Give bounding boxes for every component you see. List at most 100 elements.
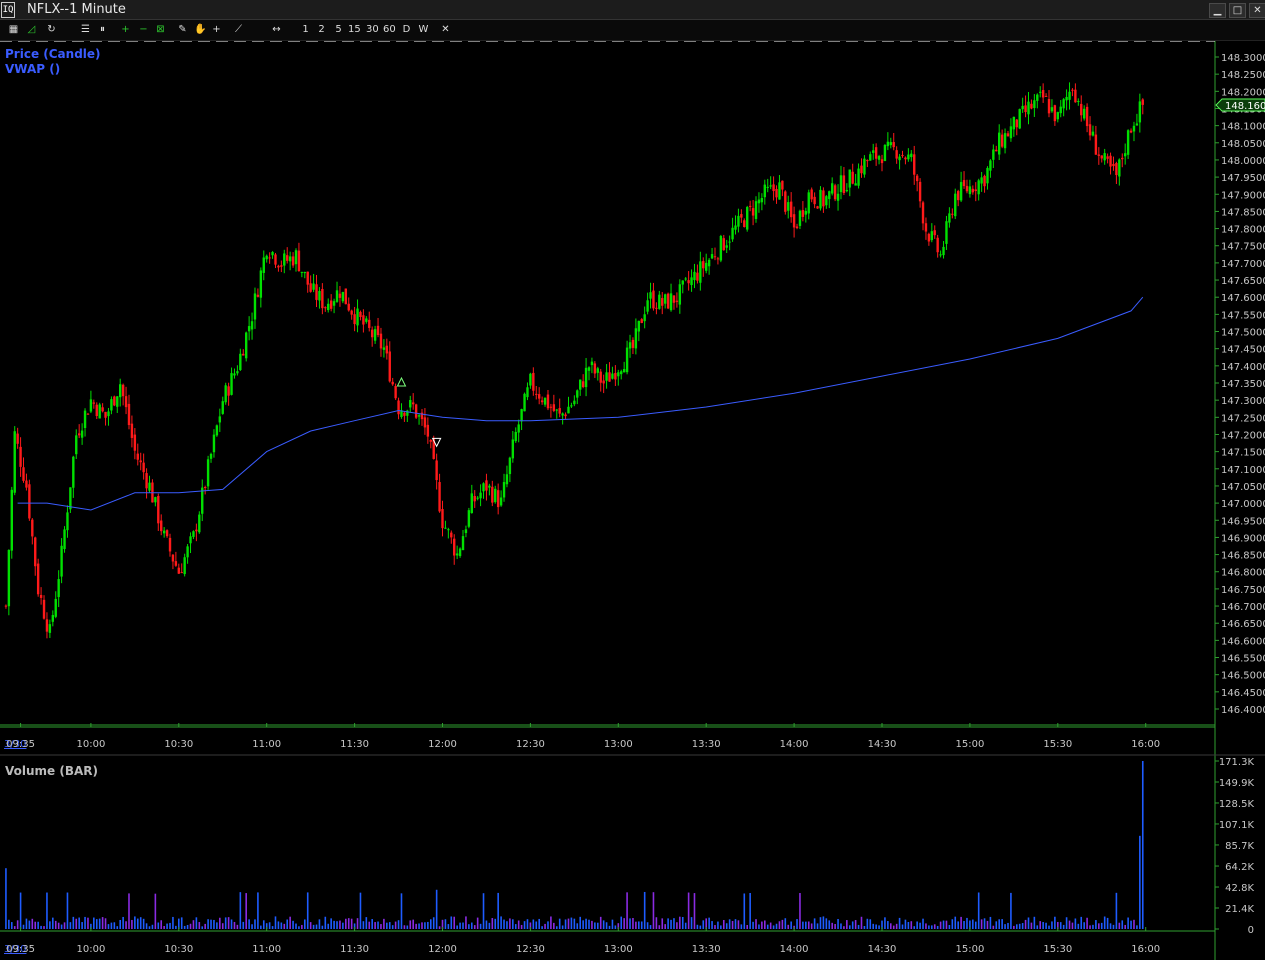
- candle-body: [672, 295, 676, 303]
- volume-bar: [84, 916, 86, 929]
- price-tick-label: 147.4500: [1221, 345, 1265, 356]
- candle-body: [300, 271, 304, 273]
- candle-body: [344, 288, 348, 305]
- candle-body: [713, 256, 717, 258]
- candle-body: [754, 201, 758, 219]
- candle-body: [1100, 155, 1103, 159]
- price-tick-label: 147.5500: [1221, 310, 1265, 321]
- volume-bar: [347, 918, 350, 929]
- volume-bar: [260, 925, 262, 929]
- volume-bar: [784, 918, 787, 929]
- columns-icon[interactable]: ⏸: [97, 23, 108, 37]
- interval-1-button[interactable]: 1: [300, 23, 311, 37]
- volume-bar: [550, 916, 552, 929]
- volume-bar: [40, 925, 42, 929]
- volume-bar: [702, 920, 705, 929]
- volume-tick-label: 21.4K: [1225, 904, 1254, 915]
- candle-body: [157, 495, 160, 524]
- refresh-icon[interactable]: ↻: [46, 23, 57, 37]
- volume-bar: [787, 924, 790, 929]
- hand-icon[interactable]: ✋: [194, 23, 206, 37]
- candle-body: [995, 149, 998, 152]
- volume-bar: [520, 924, 523, 929]
- crosshair-icon[interactable]: +: [211, 23, 222, 37]
- volume-bar: [512, 919, 514, 929]
- candle-body: [409, 400, 412, 408]
- vwap-legend[interactable]: VWAP (): [5, 62, 60, 76]
- interval-2-button[interactable]: 2: [316, 23, 327, 37]
- volume-bar: [725, 923, 728, 929]
- volume-bar: [16, 920, 19, 929]
- candle-body: [1041, 90, 1045, 98]
- zoom-out-icon[interactable]: −: [138, 23, 149, 37]
- volume-bar: [684, 922, 687, 929]
- volume-bar: [1130, 920, 1132, 929]
- candle-body: [942, 246, 945, 256]
- volume-bar: [813, 918, 816, 929]
- volume-tick-label: 149.9K: [1219, 778, 1255, 789]
- volume-bar: [640, 921, 643, 929]
- candle-body: [628, 342, 632, 349]
- candle-body: [479, 492, 482, 499]
- candle-body: [1077, 100, 1080, 102]
- price-legend[interactable]: Price (Candle): [5, 47, 101, 61]
- candle-body: [998, 132, 1001, 155]
- candle-body: [321, 288, 324, 309]
- candle-body: [239, 353, 242, 371]
- interval-5-button[interactable]: 5: [333, 23, 344, 37]
- volume-bar: [453, 916, 456, 929]
- minimize-icon[interactable]: ▁: [1209, 3, 1226, 18]
- chart-type-icon[interactable]: ▦: [8, 23, 19, 37]
- layout-icon[interactable]: ☰: [80, 23, 91, 37]
- candle-body: [215, 425, 219, 436]
- volume-bar: [532, 919, 535, 929]
- trendline-icon[interactable]: ⟋: [233, 23, 244, 37]
- volume-bar: [872, 923, 875, 929]
- candle-body: [124, 396, 128, 408]
- volume-bar: [1030, 922, 1033, 929]
- candle-body: [728, 241, 731, 243]
- interval-60-button[interactable]: 60: [383, 23, 396, 37]
- close-chart-icon[interactable]: ✕: [440, 23, 451, 37]
- scroll-icon[interactable]: ↔: [271, 23, 282, 37]
- interval-day-button[interactable]: D: [401, 23, 412, 37]
- chart-style-icon[interactable]: ◿: [26, 23, 37, 37]
- candle-body: [757, 199, 761, 204]
- price-tick-label: 148.2000: [1221, 87, 1265, 98]
- candle-body: [101, 407, 104, 412]
- candle-body: [842, 175, 846, 194]
- candle-body: [939, 254, 942, 256]
- candle-body: [895, 150, 898, 159]
- maximize-icon[interactable]: □: [1229, 3, 1246, 18]
- volume-legend[interactable]: Volume (BAR): [5, 764, 98, 778]
- volume-bar: [321, 925, 324, 929]
- volume-bar: [919, 922, 921, 929]
- candle-body: [72, 456, 75, 488]
- chart-area[interactable]: 148.3000148.2500148.2000148.1500148.1000…: [0, 41, 1265, 960]
- draw-icon[interactable]: ✎: [177, 23, 188, 37]
- volume-bar: [459, 922, 461, 929]
- zoom-in-icon[interactable]: +: [120, 23, 131, 37]
- volume-bar: [207, 919, 209, 929]
- candle-body: [734, 225, 737, 230]
- candle-body: [640, 319, 643, 324]
- interval-week-button[interactable]: W: [418, 23, 429, 37]
- interval-15-button[interactable]: 15: [348, 23, 361, 37]
- volume-bar: [301, 924, 303, 929]
- volume-bar: [1074, 918, 1077, 929]
- volume-bar: [816, 923, 819, 929]
- close-icon[interactable]: ✕: [1249, 3, 1265, 18]
- volume-bar: [298, 926, 300, 929]
- volume-bar: [403, 925, 406, 929]
- interval-30-button[interactable]: 30: [366, 23, 379, 37]
- candle-body: [1053, 105, 1057, 122]
- candle-body: [368, 319, 371, 328]
- candle-body: [1097, 154, 1101, 156]
- time-tick-label: 14:00: [780, 944, 809, 955]
- volume-bar: [916, 921, 918, 929]
- candle-body: [116, 396, 119, 407]
- fit-icon[interactable]: ⊠: [155, 23, 166, 37]
- volume-bar: [1048, 925, 1050, 929]
- candle-body: [1018, 109, 1021, 129]
- candle-body: [552, 404, 556, 411]
